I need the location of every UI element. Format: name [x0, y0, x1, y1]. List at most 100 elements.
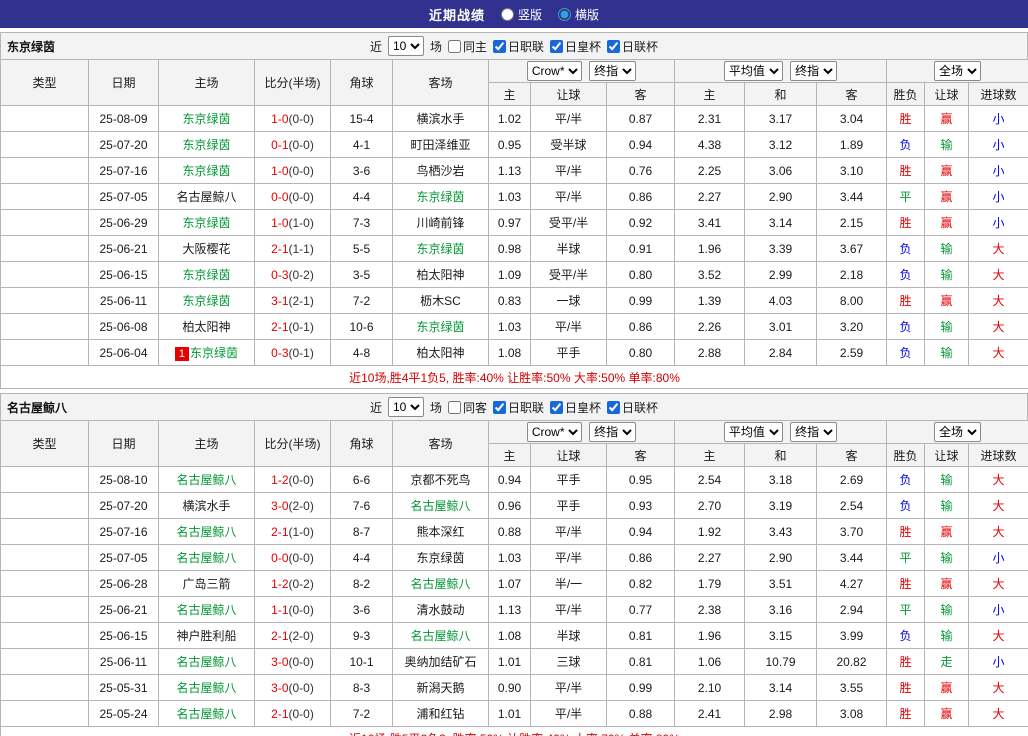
corner-score: 3-6 [352, 602, 371, 617]
filter-league-j1[interactable]: 日职联 [493, 38, 544, 55]
corner-score: 7-6 [352, 498, 371, 513]
same-venue-checkbox[interactable] [447, 39, 461, 53]
home-team-name: 名古屋鲸八 [176, 473, 237, 487]
layout-vertical-radio-label[interactable]: 竖版 [500, 6, 542, 23]
cell-odds-away: 0.80 [606, 339, 675, 366]
cell-home: 东京绿茵 [158, 105, 255, 132]
avg-source-select[interactable]: 平均值 [723, 422, 783, 442]
cell-avg-home: 1.79 [674, 570, 745, 597]
cell-score: 2-1(1-0) [254, 518, 331, 545]
league-j1-checkbox[interactable] [493, 400, 506, 414]
match-row: 日职联 25-07-05 名古屋鲸八 0-0(0-0) 4-4 东京绿茵 1.03 平/半 0.… [0, 544, 1028, 571]
cell-avg-home: 2.27 [674, 544, 745, 571]
score-halftime: (0-0) [288, 137, 314, 152]
corner-score: 7-3 [352, 215, 371, 230]
avg-source-select[interactable]: 平均值 [723, 61, 783, 81]
odds-source-select[interactable]: Crow* [526, 422, 582, 442]
filter-league-emperor-cup[interactable]: 日皇杯 [550, 399, 601, 416]
odds-home: 1.02 [497, 111, 522, 126]
odds-home: 0.98 [497, 241, 522, 256]
odds-home: 1.01 [497, 706, 522, 721]
filter-label: 日联杯 [622, 400, 659, 415]
layout-horizontal-radio[interactable] [558, 7, 571, 21]
cell-result: 胜 [886, 105, 926, 132]
summary-row: 近10场,胜5平2负3, 胜率:50% 让胜率:40% 大率:70% 单率:80… [0, 726, 1028, 736]
match-row: 日职联 25-08-09 东京绿茵 1-0(0-0) 15-4 横滨水手 1.02 平/半 0.… [0, 105, 1028, 132]
layout-vertical-radio[interactable] [500, 7, 514, 21]
cell-odds-away: 0.94 [606, 131, 675, 158]
header-row-groups: 类型 日期 主场 比分(半场) 角球 客场 Crow* 终指 平均值 终指 全场 [0, 420, 1028, 467]
home-team-name: 大阪樱花 [182, 242, 231, 256]
cell-league: 日职联 [0, 596, 89, 623]
result-wdl: 负 [899, 499, 912, 513]
cell-home: 神户胜利船 [158, 622, 255, 649]
cell-handicap-result: 输 [924, 131, 970, 158]
avg-stage-select[interactable]: 终指 [790, 422, 838, 442]
match-row: 日职联 25-08-10 名古屋鲸八 1-2(0-0) 6-6 京都不死鸟 0.94 平手 0.… [0, 466, 1028, 493]
avg-draw-odds: 3.01 [768, 319, 793, 334]
cell-handicap: 平/半 [530, 700, 607, 727]
cell-corner: 5-5 [330, 235, 393, 262]
avg-home-odds: 1.79 [697, 576, 722, 591]
filter-same-venue[interactable]: 同客 [447, 399, 487, 416]
cell-goals-result: 大 [968, 339, 1028, 366]
avg-stage-select[interactable]: 终指 [790, 61, 838, 81]
handicap-line: 平/半 [554, 320, 583, 334]
same-venue-checkbox[interactable] [447, 400, 461, 414]
cell-handicap: 平手 [530, 466, 607, 493]
home-team-name: 名古屋鲸八 [176, 707, 237, 721]
match-row: 日皇杯 25-06-11 名古屋鲸八 3-0(0-0) 10-1 奥纳加结矿石 1.01 三球… [0, 648, 1028, 675]
odds-home: 1.08 [497, 628, 522, 643]
near-label: 近 [369, 39, 382, 54]
filter-same-venue[interactable]: 同主 [447, 38, 487, 55]
cell-result: 平 [886, 544, 926, 571]
cell-date: 25-07-16 [88, 157, 159, 184]
odds-away: 0.94 [628, 524, 653, 539]
result-goals: 小 [992, 603, 1005, 617]
cell-avg-away: 3.99 [815, 622, 888, 649]
league-j1-checkbox[interactable] [493, 39, 506, 53]
avg-away-odds: 2.54 [839, 498, 864, 513]
odds-away: 0.94 [628, 137, 653, 152]
league-emperor-checkbox[interactable] [550, 400, 564, 414]
cell-avg-home: 2.25 [674, 157, 745, 184]
score-fulltime: 3-0 [271, 654, 289, 669]
cell-avg-away: 2.94 [815, 596, 888, 623]
filter-league-league-cup[interactable]: 日联杯 [607, 399, 658, 416]
section-summary: 近10场,胜4平1负5, 胜率:40% 让胜率:50% 大率:50% 单率:80… [0, 365, 1028, 389]
odds-stage-select[interactable]: 终指 [589, 61, 637, 81]
league-cup-checkbox[interactable] [607, 400, 621, 414]
league-cup-checkbox[interactable] [607, 39, 621, 53]
result-handicap: 输 [940, 138, 953, 152]
cell-corner: 7-2 [330, 287, 393, 314]
cell-home: 名古屋鲸八 [158, 674, 255, 701]
avg-away-odds: 8.00 [839, 293, 864, 308]
result-handicap: 赢 [940, 707, 953, 721]
cell-handicap: 平/半 [530, 674, 607, 701]
score-fulltime: 2-1 [271, 524, 289, 539]
league-label: 日职联 [26, 603, 63, 617]
col-goals: 进球数 [968, 443, 1028, 467]
recent-count-select[interactable]: 10 [387, 36, 424, 56]
filter-league-league-cup[interactable]: 日联杯 [607, 38, 658, 55]
cell-score: 3-0(2-0) [254, 492, 331, 519]
filter-league-j1[interactable]: 日职联 [493, 399, 544, 416]
scope-select[interactable]: 全场 [934, 61, 982, 81]
filter-league-emperor-cup[interactable]: 日皇杯 [550, 38, 601, 55]
score-fulltime: 2-1 [271, 706, 289, 721]
result-goals: 小 [992, 164, 1005, 178]
odds-stage-select[interactable]: 终指 [589, 422, 637, 442]
recent-count-select[interactable]: 10 [387, 397, 424, 417]
cell-home: 东京绿茵 [158, 131, 255, 158]
league-emperor-checkbox[interactable] [550, 39, 564, 53]
cell-odds-away: 0.80 [606, 261, 675, 288]
cell-avg-away: 3.44 [815, 544, 888, 571]
cell-league: 日职联 [0, 466, 89, 493]
layout-horizontal-radio-label[interactable]: 横版 [558, 6, 599, 23]
cell-corner: 4-1 [330, 131, 393, 158]
avg-away-odds: 3.67 [839, 241, 864, 256]
scope-select[interactable]: 全场 [934, 422, 982, 442]
odds-source-select[interactable]: Crow* [526, 61, 582, 81]
filter-label: 日皇杯 [565, 400, 602, 415]
corner-score: 7-2 [352, 293, 371, 308]
